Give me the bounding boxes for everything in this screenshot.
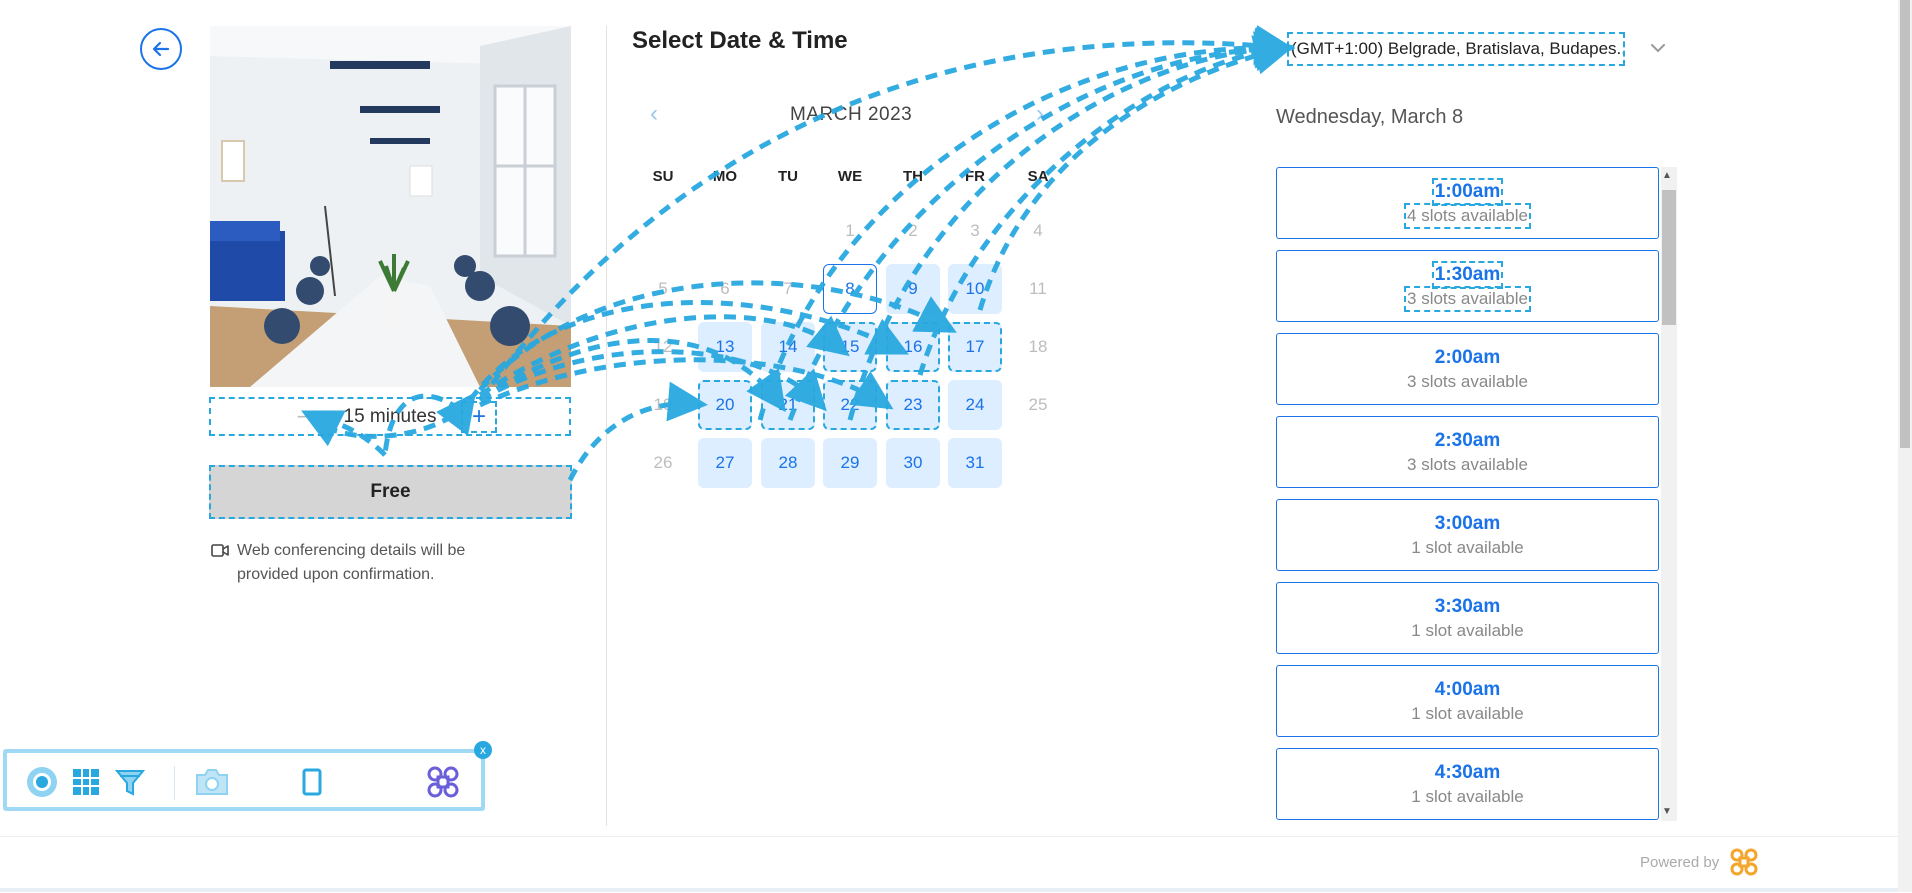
weekday-mon: MO <box>712 168 738 185</box>
calendar-day: 7 <box>783 279 793 298</box>
slot-time: 4:30am <box>1434 761 1501 783</box>
slot-list-scroll-thumb[interactable] <box>1662 190 1676 325</box>
slot-availability: 1 slot available <box>1411 786 1524 806</box>
grid-table-icon[interactable] <box>68 764 104 800</box>
calendar-day: 18 <box>1028 337 1048 356</box>
conference-note: Web conferencing details will be provide… <box>237 542 466 583</box>
calendar-day[interactable]: 14 <box>761 322 815 372</box>
weekday-thu: TH <box>903 168 923 185</box>
slot-availability: 1 slot available <box>1411 620 1524 640</box>
back-button[interactable] <box>140 28 182 70</box>
filter-icon[interactable] <box>112 764 148 800</box>
time-slot[interactable]: 3:30am 1 slot available <box>1276 582 1659 654</box>
calendar-day: 1 <box>845 221 855 240</box>
video-camera-icon <box>211 544 229 557</box>
calendar-day: 3 <box>970 221 980 240</box>
toolbar-separator <box>174 766 175 800</box>
slot-time: 1:30am <box>1431 260 1504 289</box>
calendar-day[interactable]: 15 <box>823 322 877 372</box>
timezone-value: (GMT+1:00) Belgrade, Bratislava, Budapes… <box>1291 39 1625 58</box>
time-slot[interactable]: 3:00am 1 slot available <box>1276 499 1659 571</box>
chevron-down-icon[interactable] <box>1648 38 1668 58</box>
scroll-down-arrow-icon[interactable]: ▼ <box>1662 806 1672 817</box>
weekday-fri: FR <box>965 168 985 185</box>
time-slot[interactable]: 4:00am 1 slot available <box>1276 665 1659 737</box>
powered-by-label: Powered by <box>1640 854 1720 871</box>
calendar-day[interactable]: 20 <box>698 380 752 430</box>
arrow-left-icon <box>152 41 170 57</box>
calendar-day[interactable]: 13 <box>698 322 752 372</box>
decrease-duration-button[interactable]: − <box>288 404 318 430</box>
increase-duration-button[interactable]: + <box>461 401 497 433</box>
calendar-day[interactable]: 23 <box>886 380 940 430</box>
weekday-tue: TU <box>778 168 798 185</box>
weekday-wed: WE <box>837 168 863 185</box>
slot-availability: 4 slots available <box>1404 202 1531 229</box>
page-scroll-thumb[interactable] <box>1900 0 1910 448</box>
timezone-select[interactable]: (GMT+1:00) Belgrade, Bratislava, Budapes… <box>1287 32 1625 66</box>
calendar-day[interactable]: 28 <box>761 438 815 488</box>
footer <box>0 836 1898 893</box>
calendar-day[interactable]: 31 <box>948 438 1002 488</box>
mobile-device-icon[interactable] <box>294 764 330 800</box>
meeting-room-photo <box>210 26 571 387</box>
prev-month-button[interactable]: ‹ <box>650 100 658 128</box>
calendar-day: 11 <box>1029 279 1047 298</box>
panel-divider <box>606 26 607 826</box>
next-month-button[interactable]: › <box>1036 100 1044 128</box>
slot-availability: 1 slot available <box>1411 703 1524 723</box>
calendar-day: 25 <box>1028 395 1048 414</box>
calendar-day[interactable]: 9 <box>886 264 940 314</box>
calendar-day: 2 <box>908 221 918 240</box>
slot-availability: 3 slots available <box>1407 454 1528 474</box>
time-slot[interactable]: 1:30am 3 slots available <box>1276 250 1659 322</box>
time-slot[interactable]: 2:30am 3 slots available <box>1276 416 1659 488</box>
duration-label: 15 minutes <box>343 405 437 427</box>
calendar-day: 12 <box>653 337 673 356</box>
brand-logo-icon[interactable] <box>1728 846 1760 878</box>
calendar-day[interactable]: 21 <box>761 380 815 430</box>
duration-selector[interactable]: 15 minutes <box>209 397 571 436</box>
slot-time: 4:00am <box>1434 678 1501 700</box>
command-icon[interactable] <box>425 764 461 800</box>
calendar-day[interactable]: 16 <box>886 322 940 372</box>
calendar-day[interactable]: 10 <box>948 264 1002 314</box>
slot-availability: 3 slots available <box>1407 371 1528 391</box>
bottom-edge <box>0 888 1898 892</box>
slot-time: 2:00am <box>1434 346 1501 368</box>
page-title: Select Date & Time <box>632 27 848 54</box>
toolbar-close-button[interactable]: x <box>474 741 492 759</box>
calendar-day: 4 <box>1033 221 1043 240</box>
selected-date-label: Wednesday, March 8 <box>1276 106 1464 128</box>
month-label: MARCH 2023 <box>790 104 913 125</box>
slot-time: 1:00am <box>1431 177 1504 206</box>
calendar-day: 19 <box>653 395 673 414</box>
calendar-day[interactable]: 30 <box>886 438 940 488</box>
calendar-day[interactable]: 27 <box>698 438 752 488</box>
slot-time: 2:30am <box>1434 429 1501 451</box>
calendar-day[interactable]: 24 <box>948 380 1002 430</box>
price-button[interactable]: Free <box>209 465 572 519</box>
calendar-day: 6 <box>720 279 730 298</box>
slot-time: 3:00am <box>1434 512 1501 534</box>
time-slot[interactable]: 4:30am 1 slot available <box>1276 748 1659 820</box>
calendar-day: 26 <box>653 453 673 472</box>
slot-availability: 1 slot available <box>1411 537 1524 557</box>
slot-time: 3:30am <box>1434 595 1501 617</box>
time-slot[interactable]: 1:00am 4 slots available <box>1276 167 1659 239</box>
time-slot[interactable]: 2:00am 3 slots available <box>1276 333 1659 405</box>
time-slot-list[interactable]: 1:00am 4 slots available 1:30am 3 slots ava… <box>1276 167 1660 821</box>
calendar-day[interactable]: 17 <box>948 322 1002 372</box>
calendar-day[interactable]: 22 <box>823 380 877 430</box>
calendar-day[interactable]: 8 <box>823 264 877 314</box>
weekday-sun: SU <box>652 168 674 185</box>
arrow-path <box>477 25 1295 402</box>
weekday-sat: SA <box>1027 168 1049 185</box>
slot-availability: 3 slots available <box>1404 285 1531 312</box>
scroll-up-arrow-icon[interactable]: ▲ <box>1662 170 1672 181</box>
camera-icon[interactable] <box>194 764 230 800</box>
record-icon[interactable] <box>24 764 60 800</box>
calendar-day: 5 <box>658 279 668 298</box>
calendar-day[interactable]: 29 <box>823 438 877 488</box>
